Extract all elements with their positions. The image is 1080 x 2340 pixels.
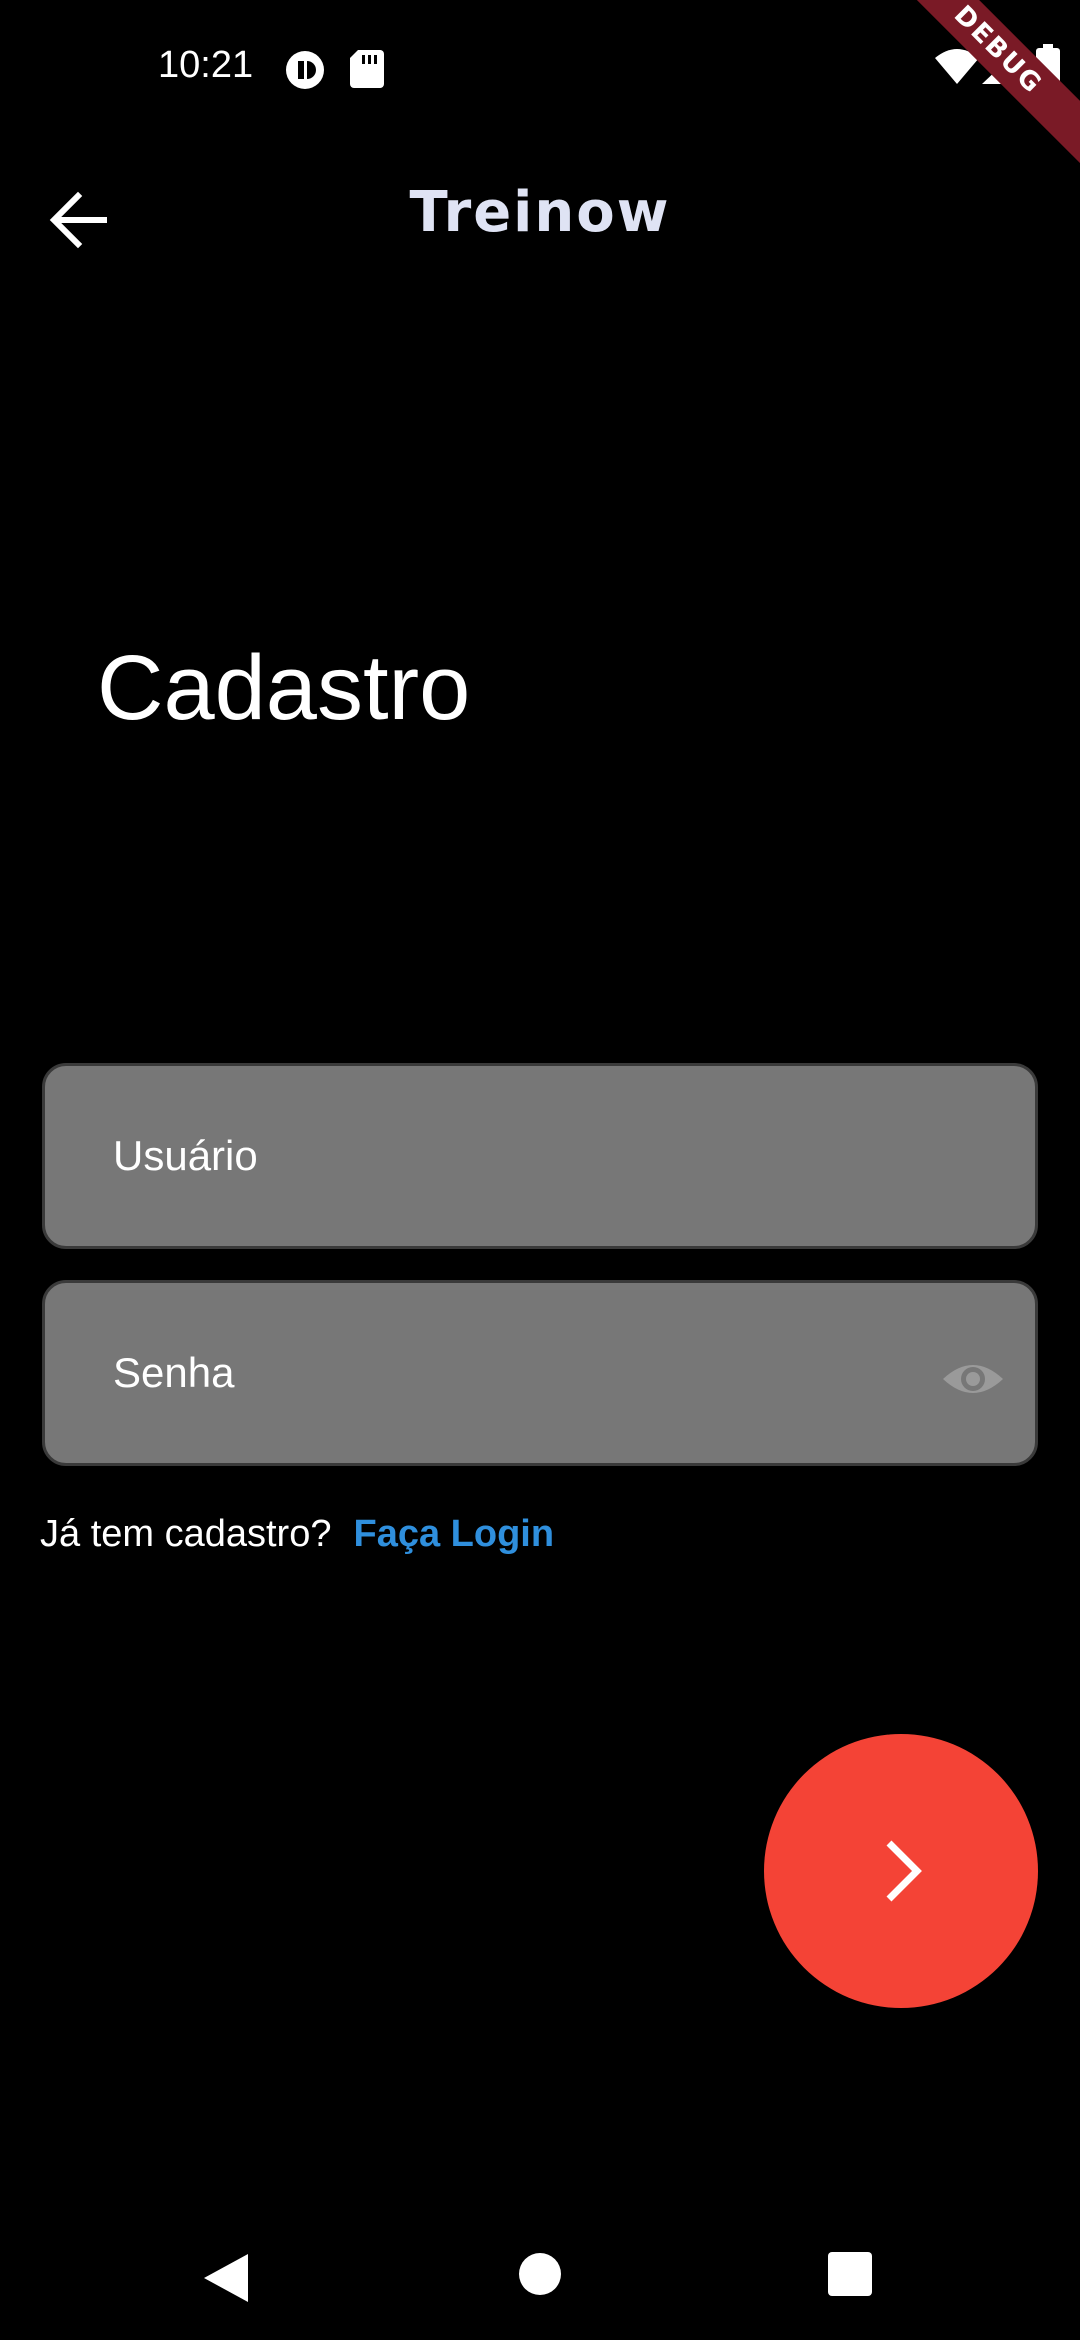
- app-notification-icon: [286, 51, 324, 89]
- login-prompt: Já tem cadastro?: [40, 1513, 332, 1555]
- login-row: Já tem cadastro? Faça Login: [40, 1513, 554, 1556]
- status-bar: 10:21 DEBUG: [0, 0, 1080, 165]
- username-field[interactable]: Usuário: [42, 1063, 1038, 1249]
- password-field[interactable]: Senha: [42, 1280, 1038, 1466]
- system-nav-bar: [0, 2220, 1080, 2340]
- nav-recents-icon[interactable]: [828, 2252, 872, 2296]
- password-placeholder: Senha: [113, 1349, 235, 1396]
- nav-back-icon[interactable]: [200, 2250, 252, 2306]
- eye-icon[interactable]: [941, 1347, 1005, 1411]
- page-title: Cadastro: [97, 637, 471, 739]
- status-time: 10:21: [158, 44, 254, 86]
- login-link[interactable]: Faça Login: [353, 1513, 554, 1555]
- app-bar: Treinow: [0, 150, 1080, 280]
- app-title: Treinow: [409, 180, 671, 245]
- nav-home-icon[interactable]: [518, 2252, 562, 2296]
- next-button[interactable]: [764, 1734, 1038, 2008]
- chevron-right-icon: [886, 1840, 922, 1902]
- username-placeholder: Usuário: [113, 1132, 258, 1179]
- sd-card-icon: [350, 50, 384, 88]
